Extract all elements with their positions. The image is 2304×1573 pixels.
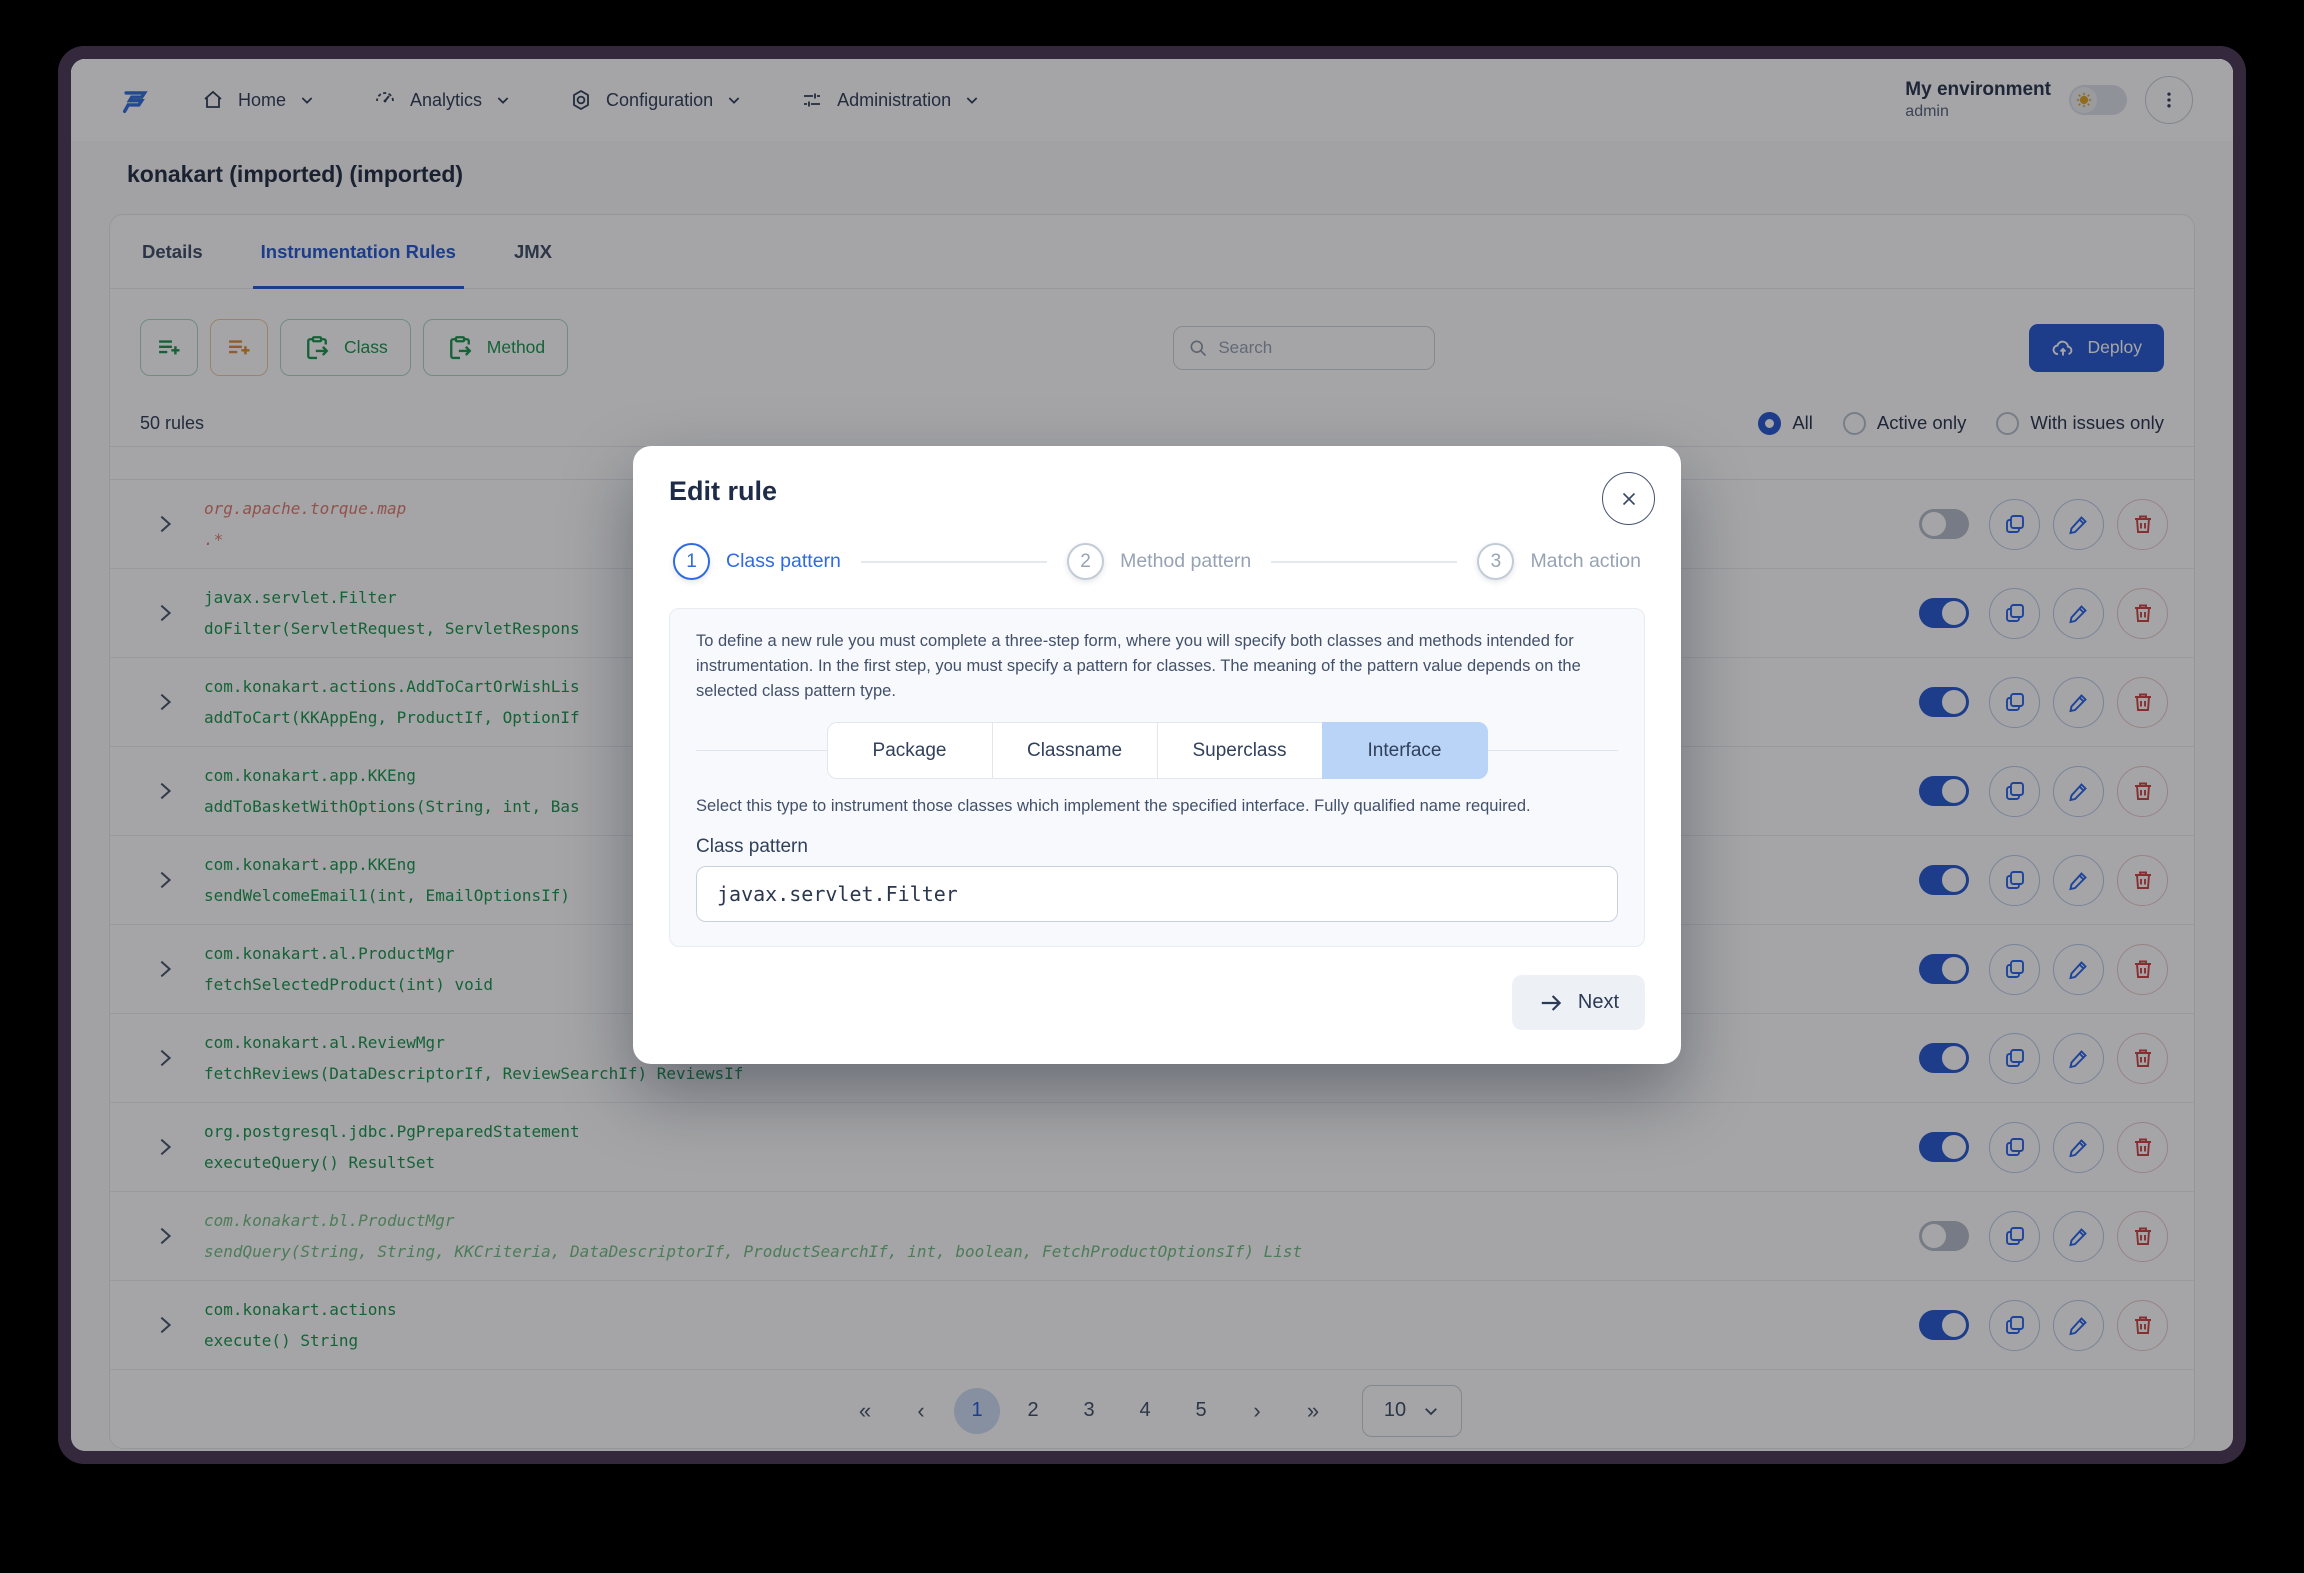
pattern-type-hint: Select this type to instrument those cla… [696, 797, 1618, 816]
pattern-type-segments: Package Classname Superclass Interface [827, 722, 1488, 779]
pattern-type-classname[interactable]: Classname [992, 722, 1158, 779]
class-pattern-label: Class pattern [696, 836, 1618, 858]
modal-title: Edit rule [669, 476, 1645, 507]
pattern-type-interface[interactable]: Interface [1322, 722, 1488, 779]
app-window: Home Analytics Configuration Administrat… [58, 46, 2246, 1464]
stepper: 1 Class pattern 2 Method pattern 3 Match… [669, 543, 1645, 580]
app-surface: Home Analytics Configuration Administrat… [71, 59, 2233, 1451]
modal-footer: Next [669, 975, 1645, 1030]
segment-divider-line [1488, 750, 1619, 751]
step-number: 2 [1067, 543, 1104, 580]
edit-rule-modal: Edit rule 1 Class pattern 2 Method patte… [633, 446, 1681, 1064]
pattern-type-package[interactable]: Package [827, 722, 993, 779]
stepper-connector [861, 561, 1047, 563]
segment-divider-line [696, 750, 827, 751]
next-label: Next [1578, 991, 1619, 1014]
pattern-type-row: Package Classname Superclass Interface [696, 722, 1618, 779]
stepper-connector [1271, 561, 1457, 563]
pattern-type-superclass[interactable]: Superclass [1157, 722, 1323, 779]
panel-description: To define a new rule you must complete a… [696, 629, 1618, 704]
step-number: 3 [1477, 543, 1514, 580]
step-label: Match action [1530, 550, 1641, 573]
class-pattern-panel: To define a new rule you must complete a… [669, 608, 1645, 947]
next-button[interactable]: Next [1512, 975, 1645, 1030]
close-icon [1618, 488, 1640, 510]
step-match-action[interactable]: 3 Match action [1477, 543, 1641, 580]
step-class-pattern[interactable]: 1 Class pattern [673, 543, 841, 580]
step-label: Class pattern [726, 550, 841, 573]
class-pattern-input[interactable] [696, 866, 1618, 922]
step-number: 1 [673, 543, 710, 580]
step-method-pattern[interactable]: 2 Method pattern [1067, 543, 1251, 580]
step-label: Method pattern [1120, 550, 1251, 573]
modal-close-button[interactable] [1602, 472, 1655, 525]
arrow-right-icon [1538, 990, 1564, 1016]
